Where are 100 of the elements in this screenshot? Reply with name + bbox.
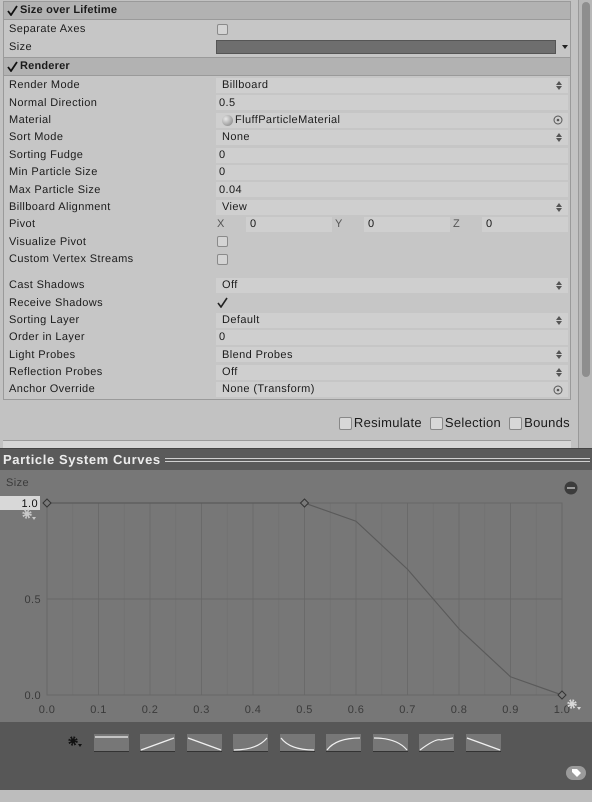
curve-preset-button[interactable] [94, 734, 128, 752]
number-field[interactable]: 0 [246, 217, 332, 232]
x-tick-label: 0.4 [244, 704, 262, 716]
curve-preset-icon [419, 734, 454, 751]
curve-preset-icon [280, 734, 314, 751]
x-tick-label: 0.0 [38, 704, 56, 716]
dropdown-field[interactable]: Billboard [216, 78, 568, 93]
curve-preset-button[interactable] [233, 734, 268, 752]
curve-preset-button[interactable] [326, 734, 361, 752]
x-tick-label: 0.8 [450, 704, 468, 716]
number-field[interactable]: 0.5 [216, 95, 568, 110]
module-title: Renderer [20, 59, 70, 74]
curve-field[interactable] [216, 40, 556, 54]
property-label: Pivot [8, 217, 36, 232]
number-field[interactable]: 0 [216, 148, 568, 163]
axis-label: Z [452, 217, 462, 232]
property-label: Sorting Fudge [8, 148, 84, 163]
property-label: Light Probes [8, 348, 77, 363]
panel-title: Particle System Curves [3, 450, 161, 469]
dropdown-field[interactable]: Off [216, 278, 568, 293]
axis-label: Y [334, 217, 344, 232]
object-picker-icon[interactable] [553, 384, 563, 395]
x-tick-label: 0.2 [142, 704, 158, 716]
gear-dropdown-icon[interactable] [22, 509, 36, 520]
checkbox[interactable] [217, 297, 228, 308]
dropdown-field[interactable]: Off [216, 364, 568, 380]
number-field[interactable]: 0 [364, 217, 450, 232]
toggle-label[interactable]: Bounds [524, 413, 570, 433]
checkbox[interactable] [217, 254, 228, 265]
toggle-checkbox[interactable] [338, 416, 352, 430]
toggle-checkbox[interactable] [430, 416, 443, 430]
x-tick-label: 0.3 [193, 704, 210, 716]
curve-preset-button[interactable] [466, 734, 500, 752]
curve-preset-button[interactable] [140, 734, 175, 752]
number-field[interactable]: 0 [216, 164, 568, 180]
module-title: Size over Lifetime [20, 3, 118, 18]
updown-arrows-icon [556, 316, 562, 325]
property-label: Billboard Alignment [8, 200, 112, 215]
curve-preset-button[interactable] [419, 734, 454, 752]
remove-curve-icon[interactable] [564, 482, 578, 494]
gear-dropdown-icon[interactable] [68, 736, 82, 748]
property-label: Size [8, 40, 33, 55]
dropdown-field[interactable]: Default [216, 312, 568, 328]
curve-preset-button[interactable] [280, 734, 314, 752]
keyframe-handle[interactable] [557, 690, 567, 700]
y-tick-label: 0.5 [24, 594, 41, 606]
property-label: Anchor Override [8, 382, 96, 398]
dropdown-field[interactable]: None [216, 130, 568, 146]
object-picker-icon[interactable] [553, 115, 563, 126]
scrollbar[interactable] [578, 0, 592, 448]
module-header[interactable]: Size over Lifetime [4, 2, 570, 20]
toggle-label[interactable]: Selection [444, 413, 502, 433]
axis-label: X [216, 217, 226, 232]
number-field[interactable]: 0.04 [216, 182, 568, 198]
y-tick-label[interactable]: 1.0 [22, 498, 38, 510]
updown-arrows-icon [556, 80, 562, 90]
property-label: Sorting Layer [8, 312, 81, 328]
curve-preset-icon [326, 734, 361, 751]
property-label: Custom Vertex Streams [8, 252, 135, 268]
toggle-checkbox[interactable] [509, 416, 522, 430]
property-label: Max Particle Size [8, 182, 102, 198]
property-label: Order in Layer [8, 330, 86, 346]
dropdown-field[interactable]: Blend Probes [216, 347, 568, 362]
curve-preset-icon [140, 734, 175, 751]
curve-preset-icon [186, 734, 222, 751]
y-tick-label: 0.0 [24, 690, 41, 702]
curve-preset-button[interactable] [186, 734, 222, 752]
updown-arrows-icon [556, 133, 562, 142]
x-tick-label: 0.5 [296, 704, 313, 716]
x-tick-label: 0.6 [348, 704, 364, 716]
dropdown-field[interactable]: View [216, 200, 568, 215]
object-field[interactable]: None (Transform) [216, 382, 568, 398]
toggle-label[interactable]: Resimulate [354, 413, 422, 433]
module-enabled-toggle[interactable] [7, 60, 18, 72]
x-tick-label: 0.1 [90, 704, 107, 716]
property-label: Cast Shadows [8, 278, 86, 294]
object-field[interactable]: FluffParticleMaterial [216, 112, 568, 128]
value-field-background[interactable] [0, 496, 40, 510]
x-tick-label: 0.7 [399, 704, 416, 716]
property-label: Render Mode [8, 78, 82, 94]
module-enabled-toggle[interactable] [7, 5, 18, 16]
updown-arrows-icon [556, 350, 562, 360]
curve-preset-button[interactable] [372, 734, 408, 752]
property-label: Min Particle Size [8, 165, 99, 180]
tag-icon[interactable] [566, 766, 586, 780]
checkbox[interactable] [217, 236, 228, 248]
curve-preset-icon [372, 734, 408, 751]
curve-preset-icon [466, 734, 500, 751]
module-header[interactable]: Renderer [4, 58, 570, 76]
caret-icon[interactable] [562, 45, 568, 50]
property-label: Reflection Probes [8, 365, 104, 380]
keyframe-handle[interactable] [300, 498, 310, 508]
property-label: Normal Direction [8, 96, 98, 111]
property-label: Material [8, 113, 52, 128]
checkbox[interactable] [217, 24, 228, 36]
number-field[interactable]: 0 [482, 217, 568, 232]
updown-arrows-icon [556, 368, 562, 377]
number-field[interactable]: 0 [216, 330, 568, 346]
curve-preset-icon [233, 734, 268, 751]
keyframe-handle[interactable] [42, 498, 52, 508]
